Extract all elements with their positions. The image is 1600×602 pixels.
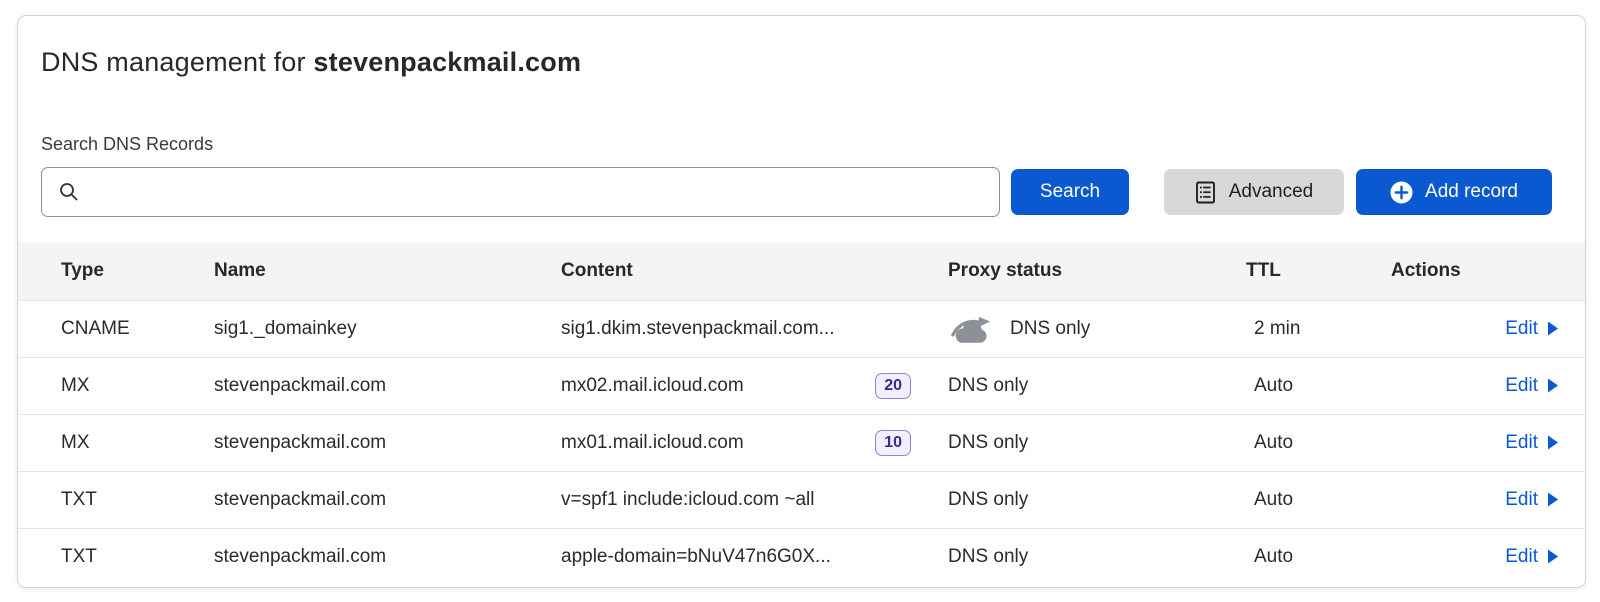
add-record-button-label: Add record xyxy=(1425,181,1518,203)
search-toolbar: Search Advanced xyxy=(41,167,1552,217)
record-ttl: Auto xyxy=(1246,471,1391,528)
record-content: apple-domain=bNuV47n6G0X... xyxy=(561,546,831,568)
column-header-type: Type xyxy=(18,242,214,300)
column-header-ttl: TTL xyxy=(1246,242,1391,300)
dns-management-panel: DNS management for stevenpackmail.com Se… xyxy=(17,15,1586,588)
column-header-name: Name xyxy=(214,242,561,300)
add-record-button[interactable]: Add record xyxy=(1356,169,1552,215)
proxy-status: DNS only xyxy=(1010,318,1090,340)
record-type: TXT xyxy=(18,528,214,585)
proxy-status: DNS only xyxy=(948,546,1028,568)
record-content: mx02.mail.icloud.com xyxy=(561,375,744,397)
domain-name: stevenpackmail.com xyxy=(313,47,581,77)
table-row: MX stevenpackmail.com mx01.mail.icloud.c… xyxy=(18,414,1585,471)
priority-badge: 20 xyxy=(875,373,911,399)
table-row: TXT stevenpackmail.com v=spf1 include:ic… xyxy=(18,471,1585,528)
caret-right-icon xyxy=(1547,549,1559,564)
record-name: stevenpackmail.com xyxy=(214,357,561,414)
search-button[interactable]: Search xyxy=(1011,169,1129,215)
table-body: CNAME sig1._domainkey sig1.dkim.stevenpa… xyxy=(18,300,1585,585)
dns-only-cloud-icon xyxy=(948,314,995,344)
caret-right-icon xyxy=(1547,435,1559,450)
edit-link[interactable]: Edit xyxy=(1505,318,1559,340)
record-type: MX xyxy=(18,414,214,471)
record-content: v=spf1 include:icloud.com ~all xyxy=(561,489,814,511)
advanced-button-label: Advanced xyxy=(1229,181,1314,203)
proxy-status: DNS only xyxy=(948,375,1028,397)
search-label: Search DNS Records xyxy=(41,134,1585,155)
edit-link[interactable]: Edit xyxy=(1505,546,1559,568)
advanced-button[interactable]: Advanced xyxy=(1164,169,1344,215)
list-icon xyxy=(1195,181,1216,204)
edit-link-label: Edit xyxy=(1505,318,1538,340)
record-type: MX xyxy=(18,357,214,414)
edit-link[interactable]: Edit xyxy=(1505,432,1559,454)
table-row: TXT stevenpackmail.com apple-domain=bNuV… xyxy=(18,528,1585,585)
caret-right-icon xyxy=(1547,492,1559,507)
record-ttl: Auto xyxy=(1246,357,1391,414)
record-ttl: Auto xyxy=(1246,414,1391,471)
search-input-wrap xyxy=(41,167,1000,217)
edit-link-label: Edit xyxy=(1505,546,1538,568)
page-title-prefix: DNS management for xyxy=(41,47,313,77)
proxy-status: DNS only xyxy=(948,432,1028,454)
record-name: stevenpackmail.com xyxy=(214,528,561,585)
record-type: TXT xyxy=(18,471,214,528)
edit-link-label: Edit xyxy=(1505,432,1538,454)
priority-badge: 10 xyxy=(875,430,911,456)
column-header-proxy-status: Proxy status xyxy=(931,242,1246,300)
search-input[interactable] xyxy=(41,167,1000,217)
edit-link-label: Edit xyxy=(1505,489,1538,511)
column-header-actions: Actions xyxy=(1391,242,1585,300)
edit-link-label: Edit xyxy=(1505,375,1538,397)
record-name: stevenpackmail.com xyxy=(214,471,561,528)
proxy-status: DNS only xyxy=(948,489,1028,511)
edit-link[interactable]: Edit xyxy=(1505,375,1559,397)
caret-right-icon xyxy=(1547,321,1559,336)
dns-records-table: Type Name Content Proxy status TTL Actio… xyxy=(18,242,1585,585)
column-header-content: Content xyxy=(561,242,931,300)
table-row: MX stevenpackmail.com mx02.mail.icloud.c… xyxy=(18,357,1585,414)
record-name: sig1._domainkey xyxy=(214,300,561,357)
record-ttl: Auto xyxy=(1246,528,1391,585)
page-title: DNS management for stevenpackmail.com xyxy=(41,46,1585,78)
table-row: CNAME sig1._domainkey sig1.dkim.stevenpa… xyxy=(18,300,1585,357)
edit-link[interactable]: Edit xyxy=(1505,489,1559,511)
plus-icon xyxy=(1390,181,1413,204)
record-content: sig1.dkim.stevenpackmail.com... xyxy=(561,318,835,340)
caret-right-icon xyxy=(1547,378,1559,393)
table-header-row: Type Name Content Proxy status TTL Actio… xyxy=(18,242,1585,300)
record-type: CNAME xyxy=(18,300,214,357)
record-content: mx01.mail.icloud.com xyxy=(561,432,744,454)
record-name: stevenpackmail.com xyxy=(214,414,561,471)
record-ttl: 2 min xyxy=(1246,300,1391,357)
